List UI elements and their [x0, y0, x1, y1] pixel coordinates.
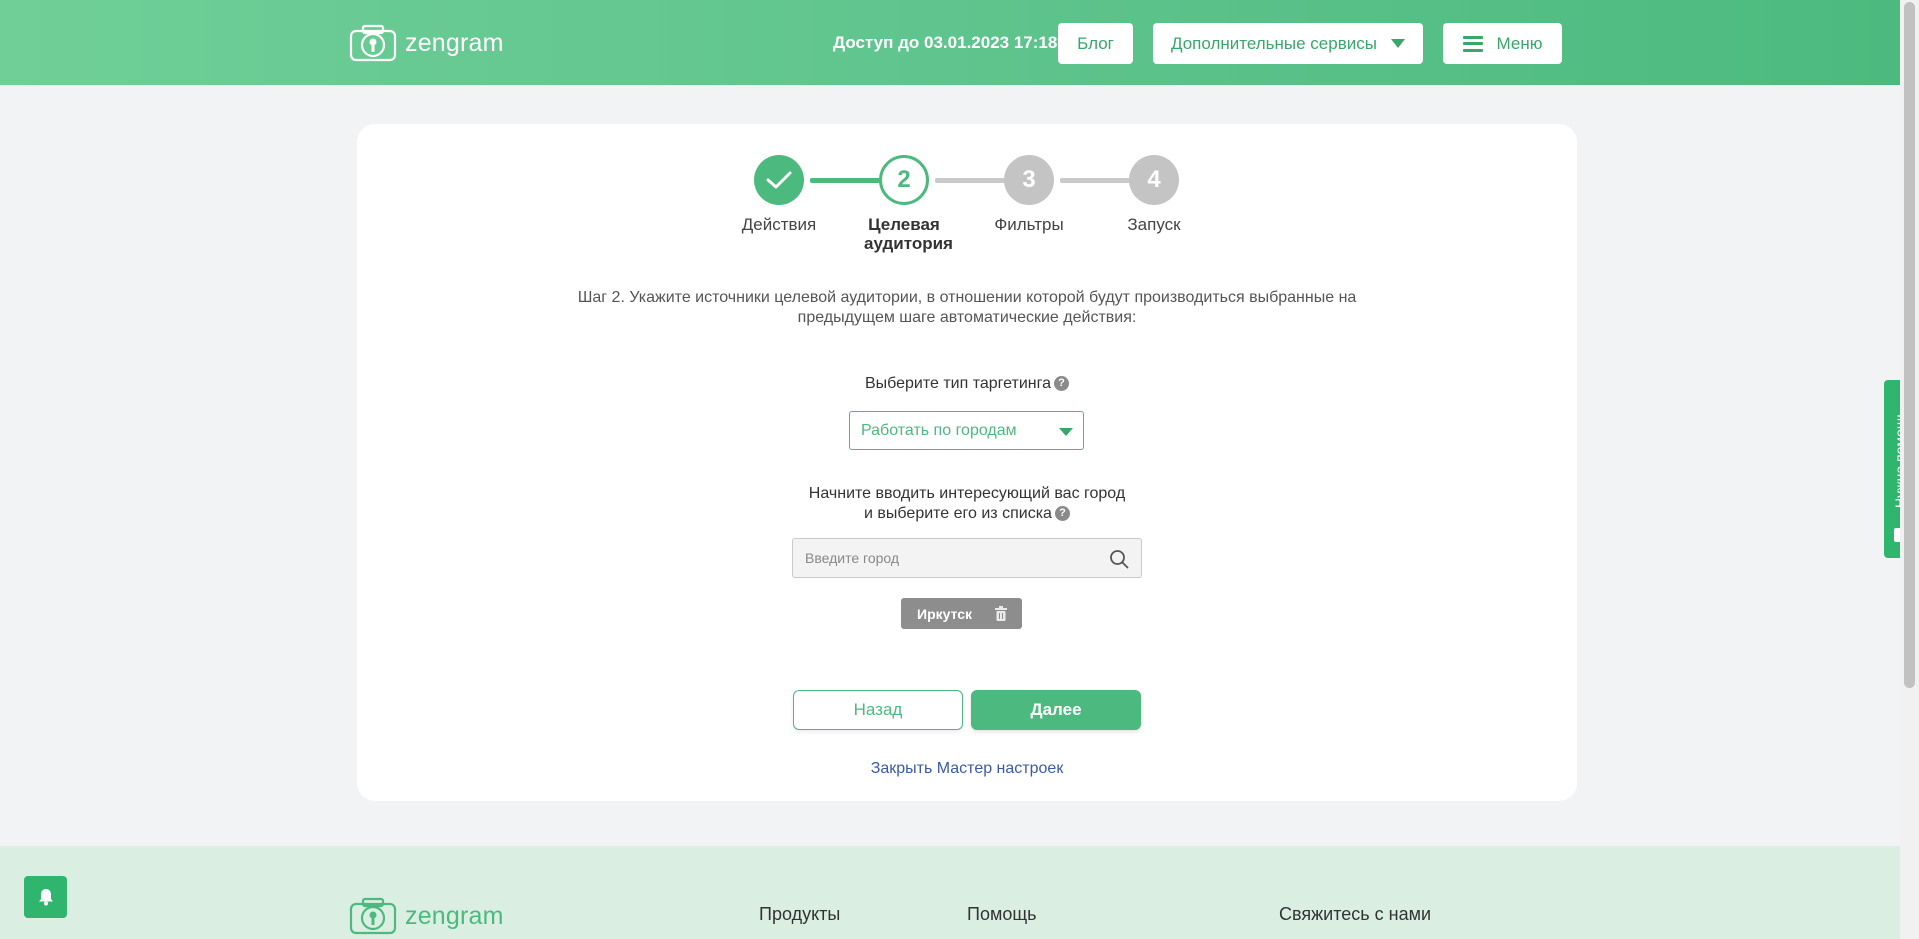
footer-products-heading[interactable]: Продукты — [759, 904, 840, 925]
services-button-label: Дополнительные сервисы — [1171, 33, 1377, 53]
blog-button-label: Блог — [1077, 33, 1114, 53]
step-2-circle[interactable]: 2 — [879, 155, 929, 205]
help-icon[interactable]: ? — [1054, 506, 1070, 522]
camera-logo-icon — [349, 24, 397, 62]
step-3-circle[interactable]: 3 — [1004, 155, 1054, 205]
services-dropdown-button[interactable]: Дополнительные сервисы — [1153, 23, 1423, 64]
next-button[interactable]: Далее — [971, 690, 1141, 730]
bell-icon — [38, 889, 53, 906]
city-label-line-2: и выберите его из списка — [864, 505, 1052, 522]
logo-text: zengram — [405, 28, 504, 57]
step-4-circle[interactable]: 4 — [1129, 155, 1179, 205]
selected-city-tag: Иркутск — [901, 598, 1022, 629]
footer — [0, 846, 1900, 939]
step-2-label: Целевая аудитория — [864, 215, 953, 253]
selected-city-label: Иркутск — [917, 605, 973, 622]
hamburger-icon — [1462, 35, 1483, 52]
blog-button[interactable]: Блог — [1058, 23, 1133, 64]
top-header: zengram Доступ до 03.01.2023 17:18 Блог … — [0, 0, 1900, 85]
city-input-label: Начните вводить интересующий вас город и… — [767, 484, 1167, 524]
menu-button-label: Меню — [1496, 33, 1543, 53]
city-search-input[interactable] — [793, 549, 1097, 567]
footer-help-heading[interactable]: Помощь — [967, 904, 1037, 925]
access-until-text: Доступ до 03.01.2023 17:18 — [833, 33, 1058, 52]
footer-contact-heading[interactable]: Свяжитесь с нами — [1279, 904, 1431, 925]
targeting-type-label: Выберите тип таргетинга? — [817, 375, 1117, 393]
step-1-circle[interactable] — [754, 155, 804, 205]
checkmark-icon — [766, 171, 792, 189]
step-connector-1 — [810, 178, 882, 183]
next-button-label: Далее — [1030, 700, 1082, 719]
scrollbar-thumb[interactable] — [1904, 2, 1915, 688]
step-1-label: Действия — [741, 215, 817, 234]
footer-logo[interactable]: zengram — [349, 897, 504, 935]
help-icon[interactable]: ? — [1054, 376, 1070, 392]
footer-logo-text: zengram — [405, 901, 504, 930]
step-4-label: Запуск — [1127, 215, 1181, 234]
step-connector-2 — [935, 178, 1007, 183]
header-logo[interactable]: zengram — [349, 24, 504, 62]
back-button[interactable]: Назад — [793, 690, 963, 730]
close-wizard-link[interactable]: Закрыть Мастер настроек — [817, 760, 1117, 778]
targeting-type-text: Выберите тип таргетинга — [864, 375, 1052, 392]
chevron-down-icon — [1059, 428, 1073, 436]
menu-button[interactable]: Меню — [1443, 23, 1562, 64]
page-scrollbar[interactable] — [1900, 0, 1919, 939]
city-search-field — [792, 538, 1142, 578]
targeting-type-select[interactable]: Работать по городам — [849, 411, 1084, 450]
chevron-down-icon — [1390, 39, 1405, 48]
step-3-label: Фильтры — [994, 215, 1064, 234]
notifications-button[interactable] — [24, 876, 67, 918]
targeting-type-value: Работать по городам — [861, 421, 1017, 439]
city-label-line-1: Начните вводить интересующий вас город — [808, 485, 1126, 502]
camera-logo-icon — [349, 897, 397, 935]
step-connector-3 — [1060, 178, 1132, 183]
trash-icon[interactable] — [995, 606, 1007, 621]
back-button-label: Назад — [853, 700, 903, 719]
step-description: Шаг 2. Укажите источники целевой аудитор… — [577, 289, 1357, 326]
search-icon[interactable] — [1109, 549, 1129, 569]
